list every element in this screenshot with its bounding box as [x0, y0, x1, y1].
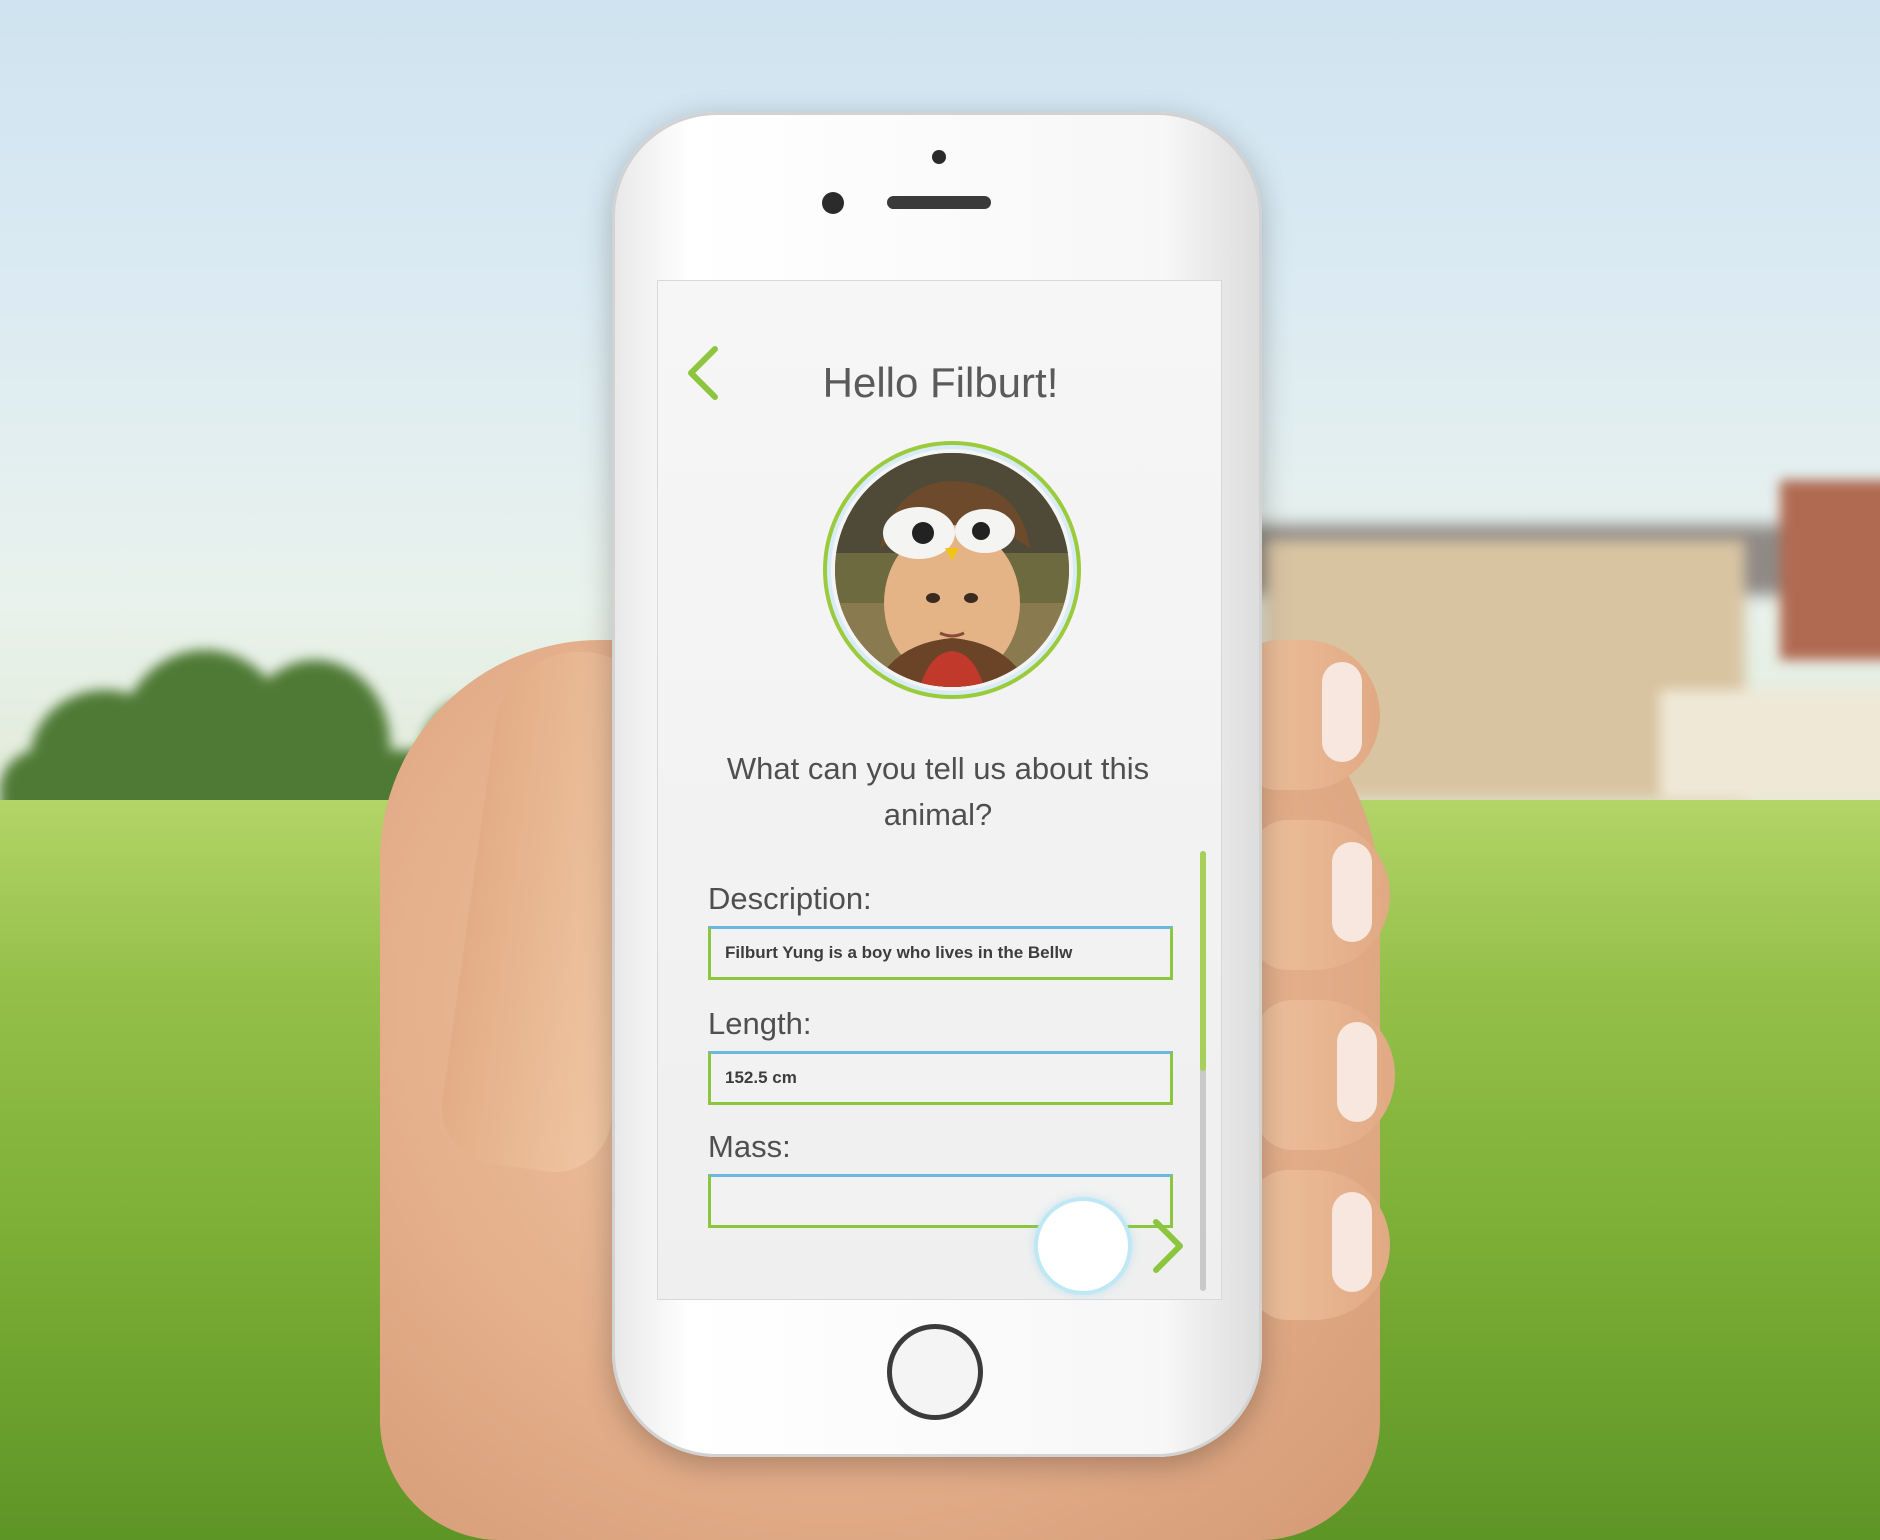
chevron-right-icon — [1153, 1219, 1183, 1273]
red-building — [1780, 480, 1880, 660]
page-title: Hello Filburt! — [822, 359, 1059, 406]
length-label: Length: — [708, 1006, 812, 1041]
app-screen: Hello Filburt! What can you tell us abou… — [657, 280, 1222, 1300]
front-camera — [822, 192, 844, 214]
next-button[interactable] — [1138, 1211, 1198, 1281]
scrollbar-thumb[interactable] — [1200, 851, 1206, 1071]
front-sensor — [932, 150, 946, 164]
scrollbar[interactable] — [1200, 851, 1206, 1291]
mass-label: Mass: — [708, 1129, 791, 1164]
question-text: What can you tell us about this animal? — [726, 751, 1150, 832]
home-button[interactable] — [887, 1324, 983, 1420]
description-label: Description: — [708, 881, 872, 916]
building-annex — [1660, 690, 1880, 800]
earpiece-speaker — [887, 196, 991, 209]
avatar-ring — [823, 441, 1081, 699]
length-field[interactable] — [708, 1051, 1173, 1105]
avatar[interactable] — [835, 453, 1069, 687]
phone: Hello Filburt! What can you tell us abou… — [612, 112, 1262, 1457]
child-photo — [835, 453, 1069, 687]
touch-indicator — [1038, 1201, 1128, 1291]
description-field[interactable] — [708, 926, 1173, 980]
